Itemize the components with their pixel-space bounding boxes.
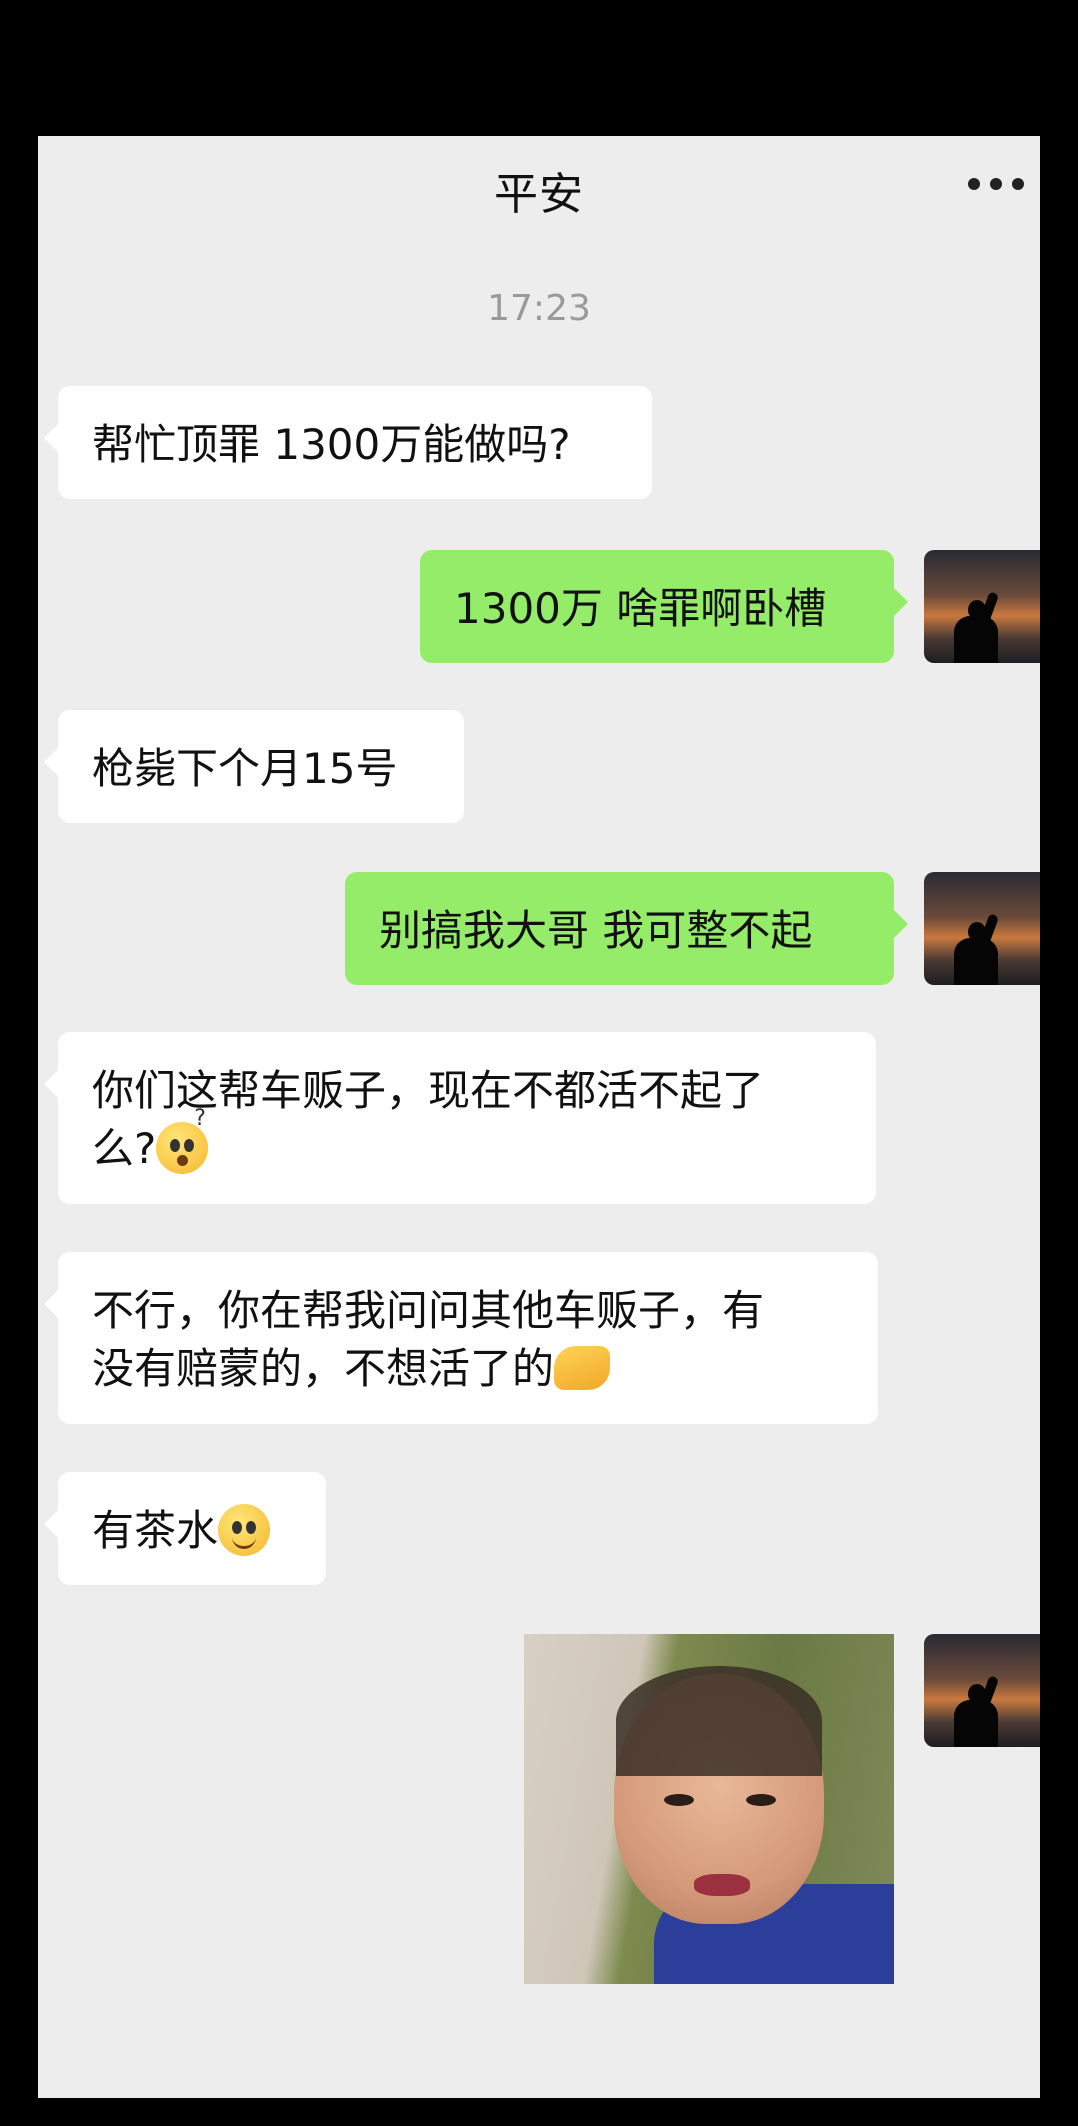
message-bubble-received[interactable]: 你们这帮车贩子，现在不都活不起了 么?? bbox=[44, 1032, 876, 1204]
message-text: 1300万 啥罪啊卧槽 bbox=[454, 584, 827, 633]
message-text: 你们这帮车贩子，现在不都活不起了 bbox=[92, 1066, 765, 1115]
message-text: 没有赔蒙的，不想活了的 bbox=[92, 1344, 555, 1393]
chat-title: 平安 bbox=[494, 169, 584, 220]
message-text: 帮忙顶罪 1300万能做吗? bbox=[92, 420, 571, 469]
message-text: 枪毙下个月15号 bbox=[92, 744, 398, 793]
message-text: 有茶水 bbox=[92, 1506, 219, 1555]
message-bubble-received[interactable]: 枪毙下个月15号 bbox=[44, 710, 464, 823]
message-bubble-sent[interactable]: 别搞我大哥 我可整不起 bbox=[345, 872, 908, 985]
message-text: 不行，你在帮我问问其他车贩子，有 bbox=[92, 1286, 765, 1335]
meme-photo[interactable] bbox=[524, 1634, 894, 1984]
chat-window: 平安 17:23 帮忙顶罪 1300万能做吗? 1300万 啥罪啊卧槽 枪毙下个… bbox=[38, 136, 1040, 2098]
handshake-emoji bbox=[554, 1345, 611, 1390]
user-avatar[interactable] bbox=[924, 872, 1040, 985]
message-text: 别搞我大哥 我可整不起 bbox=[379, 906, 813, 955]
message-bubble-received[interactable]: 有茶水 bbox=[44, 1472, 326, 1585]
message-bubble-received[interactable]: 不行，你在帮我问问其他车贩子，有 没有赔蒙的，不想活了的 bbox=[44, 1252, 878, 1424]
message-bubble-received[interactable]: 帮忙顶罪 1300万能做吗? bbox=[44, 386, 652, 499]
more-dots-icon[interactable] bbox=[968, 178, 1024, 192]
smiling-face-emoji bbox=[218, 1503, 271, 1556]
message-text: 么? bbox=[92, 1124, 157, 1173]
user-avatar[interactable] bbox=[924, 1634, 1040, 1747]
user-avatar[interactable] bbox=[924, 550, 1040, 663]
message-bubble-sent[interactable]: 1300万 啥罪啊卧槽 bbox=[420, 550, 908, 663]
thinking-face-emoji: ? bbox=[156, 1107, 209, 1174]
message-timestamp: 17:23 bbox=[487, 288, 591, 329]
